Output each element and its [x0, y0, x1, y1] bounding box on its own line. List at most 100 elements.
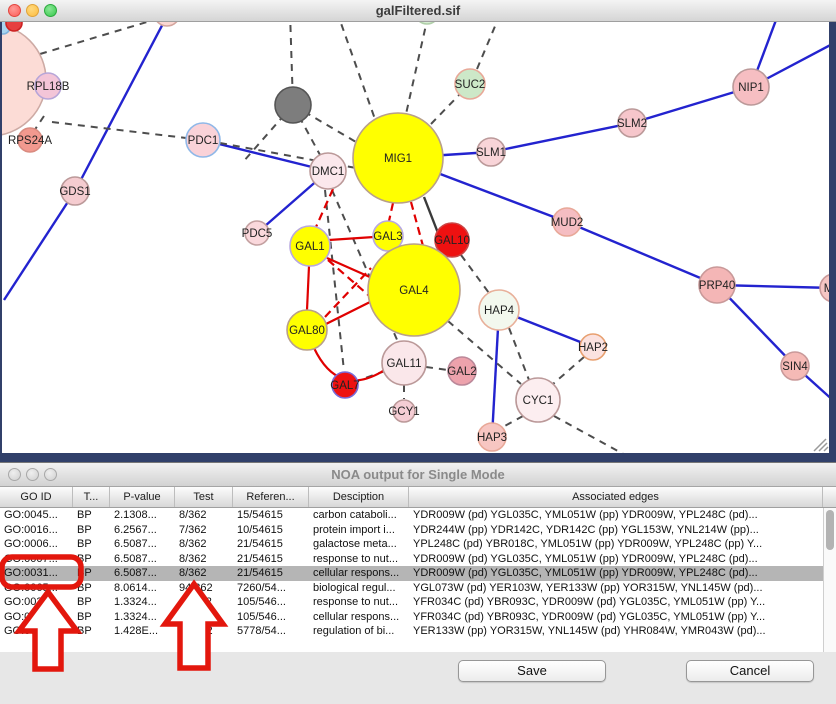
graph-node-label: PDC5 — [242, 228, 273, 240]
table-cell: 105/546... — [233, 596, 309, 608]
network-canvas[interactable]: RPL18BRPS24AGDS1PDC1PDC5DMC1MIG1SUC2SLM1… — [2, 22, 829, 453]
table-cell: biological regul... — [309, 582, 409, 594]
graph-node-label: MSI — [824, 283, 829, 295]
table-scrollbar[interactable] — [823, 508, 836, 652]
table-row[interactable]: GO:0031...BP1.3324...11/362105/546...res… — [0, 595, 823, 610]
table-cell: 8/362 — [175, 509, 233, 521]
graph-edge-reddash — [411, 202, 423, 246]
table-cell: YER133W (pp) YOR315W, YNL145W (pd) YHR08… — [409, 625, 823, 637]
graph-node-label: MUD2 — [551, 217, 584, 229]
table-cell: 11/362 — [175, 596, 233, 608]
graph-edge-red — [326, 302, 370, 324]
graph-edge-blue — [75, 22, 167, 191]
graph-node[interactable] — [6, 22, 22, 31]
graph-node[interactable] — [154, 22, 180, 26]
table-cell: 1.3324... — [110, 611, 175, 623]
table-cell: GO:0065... — [0, 582, 73, 594]
table-cell: YPL248C (pd) YBR018C, YML051W (pp) YDR00… — [409, 538, 823, 550]
graph-edge-dash — [426, 367, 448, 370]
table-cell: 1.3324... — [110, 596, 175, 608]
graph-node-label: DMC1 — [312, 166, 345, 178]
table-cell: 10/54615 — [233, 524, 309, 536]
cancel-button[interactable]: Cancel — [686, 660, 814, 682]
table-cell: YDR009W (pd) YGL035C, YML051W (pp) YDR00… — [409, 509, 823, 521]
table-cell: carbon cataboli... — [309, 509, 409, 521]
table-cell: YFR034C (pd) YBR093C, YDR009W (pd) YGL03… — [409, 611, 823, 623]
table-cell: GO:0031... — [0, 611, 73, 623]
table-cell: 8/362 — [175, 538, 233, 550]
graph-edge-blue — [4, 191, 75, 300]
column-header-spacer — [823, 487, 836, 507]
table-cell: BP — [73, 611, 110, 623]
graph-node-label: GAL7 — [330, 380, 359, 392]
table-row[interactable]: GO:0031...BP6.5087...8/36221/54615cellul… — [0, 566, 823, 581]
table-cell: GO:0016... — [0, 524, 73, 536]
table-row[interactable]: GO:0045...BP2.1308...8/36215/54615carbon… — [0, 508, 823, 523]
column-header-t-[interactable]: T... — [73, 487, 110, 507]
table-cell: GO:0006... — [0, 538, 73, 550]
column-header-go-id[interactable]: GO ID — [0, 487, 73, 507]
table-cell: cellular respons... — [309, 567, 409, 579]
noa-window-titlebar[interactable]: NOA output for Single Mode — [0, 463, 836, 487]
table-cell: 80/362 — [175, 625, 233, 637]
table-cell: cellular respons... — [309, 611, 409, 623]
table-cell: BP — [73, 596, 110, 608]
graph-edge-dash — [501, 416, 523, 428]
network-window-titlebar[interactable]: galFiltered.sif — [0, 0, 836, 22]
table-cell: BP — [73, 625, 110, 637]
table-row[interactable]: GO:0006...BP6.5087...8/36221/54615galact… — [0, 537, 823, 552]
graph-edge-dash — [461, 255, 489, 293]
table-cell: 7260/54... — [233, 582, 309, 594]
column-header-associated-edges[interactable]: Associated edges — [409, 487, 823, 507]
graph-node-label: GAL2 — [447, 366, 476, 378]
graph-node-label: GAL3 — [373, 231, 402, 243]
graph-edge-dash — [431, 95, 459, 124]
column-header-desciption[interactable]: Desciption — [309, 487, 409, 507]
table-cell: YDR009W (pd) YGL035C, YML051W (pp) YDR00… — [409, 553, 823, 565]
graph-edge-dash — [553, 357, 584, 384]
graph-node-label: SLM1 — [476, 147, 506, 159]
column-header-test[interactable]: Test — [175, 487, 233, 507]
table-cell: 21/54615 — [233, 553, 309, 565]
table-cell: BP — [73, 582, 110, 594]
table-cell: YDR244W (pp) YDR142C, YDR142C (pp) YGL15… — [409, 524, 823, 536]
graph-node[interactable] — [275, 87, 311, 123]
column-header-referen-[interactable]: Referen... — [233, 487, 309, 507]
table-cell: 21/54615 — [233, 567, 309, 579]
table-cell: YGL073W (pd) YER103W, YER133W (pp) YOR31… — [409, 582, 823, 594]
table-cell: 7/362 — [175, 524, 233, 536]
graph-node-label: NIP1 — [738, 82, 764, 94]
table-row[interactable]: GO:0016...BP6.2567...7/36210/54615protei… — [0, 523, 823, 538]
network-canvas-svg: RPL18BRPS24AGDS1PDC1PDC5DMC1MIG1SUC2SLM1… — [2, 22, 829, 453]
graph-node-label: RPS24A — [8, 135, 52, 147]
graph-edge-dash — [337, 22, 376, 122]
table-cell: GO:0007... — [0, 553, 73, 565]
table-cell: 6.5087... — [110, 553, 175, 565]
table-cell: GO:0045... — [0, 509, 73, 521]
table-row[interactable]: GO:0065...BP8.0614...94/3627260/54...bio… — [0, 581, 823, 596]
graph-edge-dash — [52, 122, 203, 140]
graph-node-label: SIN4 — [782, 361, 808, 373]
table-cell: YDR009W (pd) YGL035C, YML051W (pp) YDR00… — [409, 567, 823, 579]
graph-node-label: PRP40 — [699, 280, 735, 292]
column-header-p-value[interactable]: P-value — [110, 487, 175, 507]
graph-node[interactable] — [415, 22, 439, 24]
table-cell: 94/362 — [175, 582, 233, 594]
graph-node-label: HAP4 — [484, 305, 515, 317]
table-row[interactable]: GO:0050...BP1.428E...80/3625778/54...reg… — [0, 624, 823, 639]
noa-window-title: NOA output for Single Mode — [0, 467, 836, 482]
table-cell: 8.0614... — [110, 582, 175, 594]
table-row[interactable]: GO:0031...BP1.3324...11/362105/546...cel… — [0, 610, 823, 625]
graph-edge-reddash — [328, 260, 374, 300]
table-cell: regulation of bi... — [309, 625, 409, 637]
table-cell: 105/546... — [233, 611, 309, 623]
table-cell: galactose meta... — [309, 538, 409, 550]
graph-node-label: SLM2 — [617, 118, 647, 130]
table-scrollbar-thumb[interactable] — [826, 510, 834, 550]
table-row[interactable]: GO:0007...BP6.5087...8/36221/54615respon… — [0, 552, 823, 567]
save-button[interactable]: Save — [458, 660, 606, 682]
graph-node-label: GCY1 — [388, 406, 419, 418]
resize-grip-icon[interactable] — [824, 447, 828, 451]
graph-node-label: MIG1 — [384, 153, 412, 165]
graph-node-label: HAP2 — [578, 342, 608, 354]
